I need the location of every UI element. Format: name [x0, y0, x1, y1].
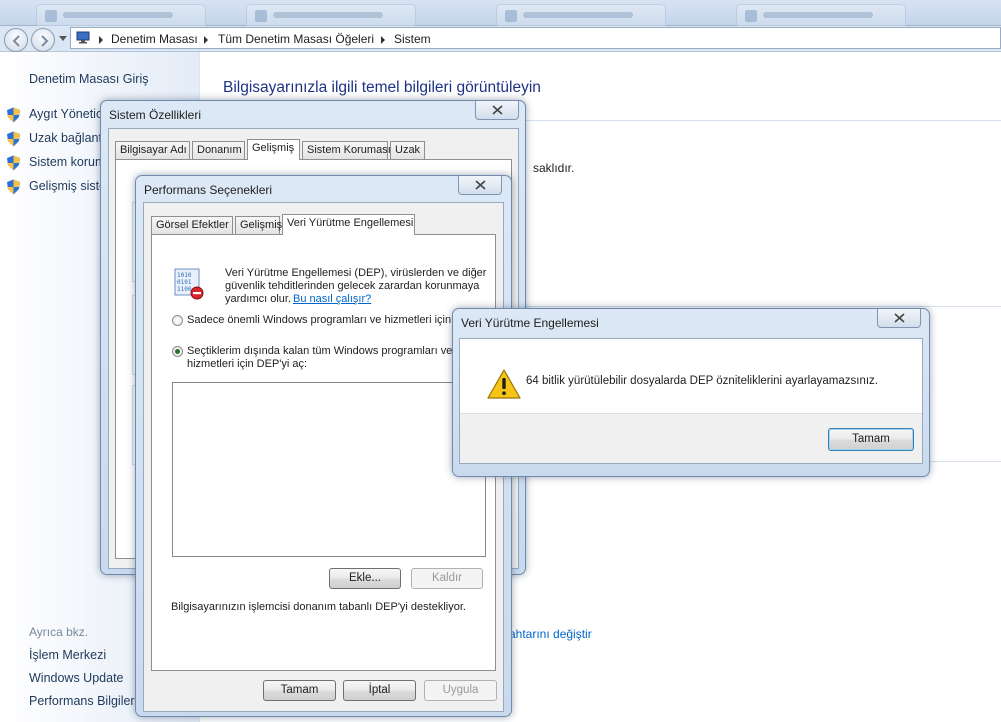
- device-manager-label: Aygıt Yönetici: [29, 107, 105, 121]
- copyright-text: saklıdır.: [533, 161, 575, 175]
- browser-tab[interactable]: [36, 4, 206, 26]
- svg-text:0101: 0101: [177, 279, 192, 286]
- dep-essential-only-label[interactable]: Sadece önemli Windows programları ve hiz…: [187, 314, 477, 326]
- forward-button[interactable]: [31, 28, 55, 52]
- dep-description-line1: Veri Yürütme Engellemesi (DEP), virüsler…: [225, 267, 487, 279]
- change-product-key-link[interactable]: ahtarını değiştir: [509, 627, 592, 641]
- breadcrumb-control-panel[interactable]: Denetim Masası: [111, 32, 198, 46]
- uac-shield-icon: [7, 107, 20, 123]
- warning-icon: [487, 369, 521, 399]
- breadcrumb-arrow-icon[interactable]: [204, 36, 208, 44]
- tab-remote[interactable]: Uzak: [390, 141, 425, 159]
- tab-system-protection[interactable]: Sistem Koruması: [302, 141, 391, 159]
- close-button[interactable]: [877, 309, 921, 328]
- dep-all-except-radio[interactable]: [172, 346, 183, 357]
- uac-shield-icon: [7, 155, 20, 171]
- dep-essential-only-radio[interactable]: [172, 315, 183, 326]
- system-protection-label: Sistem korum: [29, 155, 106, 169]
- browser-tab[interactable]: [496, 4, 666, 26]
- dep-all-except-label-line2[interactable]: hizmetleri için DEP'yi aç:: [187, 358, 307, 370]
- action-center-link[interactable]: İşlem Merkezi: [29, 648, 106, 662]
- breadcrumb-system[interactable]: Sistem: [394, 32, 431, 46]
- browser-tab[interactable]: [246, 4, 416, 26]
- see-also-heading: Ayrıca bkz.: [29, 625, 89, 639]
- uac-shield-icon: [7, 131, 20, 147]
- close-icon: [894, 313, 905, 323]
- breadcrumb-all-items[interactable]: Tüm Denetim Masası Öğeleri: [218, 32, 374, 46]
- close-button[interactable]: [475, 101, 519, 120]
- back-button[interactable]: [4, 28, 28, 52]
- tab-hardware[interactable]: Donanım: [192, 141, 245, 159]
- dep-binary-icon: 1010 0101 1100: [174, 268, 204, 300]
- breadcrumb-arrow-icon[interactable]: [381, 36, 385, 44]
- page-title: Bilgisayarınızla ilgili temel bilgileri …: [223, 79, 541, 96]
- dep-all-except-label-line1[interactable]: Seçtiklerim dışında kalan tüm Windows pr…: [187, 345, 452, 357]
- close-icon: [475, 180, 486, 190]
- control-panel-icon: [76, 31, 90, 44]
- remote-settings-label: Uzak bağlantı: [29, 131, 106, 145]
- cancel-button[interactable]: İptal: [343, 680, 416, 701]
- add-button[interactable]: Ekle...: [329, 568, 401, 589]
- remove-button[interactable]: Kaldır: [411, 568, 483, 589]
- tab-computer-name[interactable]: Bilgisayar Adı: [115, 141, 190, 159]
- apply-button[interactable]: Uygula: [424, 680, 497, 701]
- tab-dep[interactable]: Veri Yürütme Engellemesi: [282, 214, 415, 235]
- uac-shield-icon: [7, 179, 20, 195]
- system-properties-tabs: Bilgisayar Adı Donanım Gelişmiş Sistem K…: [115, 139, 515, 160]
- performance-info-link[interactable]: Performans Bilgileri: [29, 694, 137, 708]
- close-icon: [492, 105, 503, 115]
- browser-tab[interactable]: [736, 4, 906, 26]
- dep-description-line2: güvenlik tehditlerinden gelecek zarardan…: [225, 280, 480, 292]
- dep-exceptions-list[interactable]: [172, 382, 486, 557]
- tab-visual-effects[interactable]: Görsel Efektler: [151, 216, 233, 234]
- dep-message-box: Veri Yürütme Engellemesi 64 bitlik yürüt…: [452, 308, 930, 477]
- hardware-dep-support-text: Bilgisayarınızın işlemcisi donanım taban…: [171, 601, 466, 613]
- ok-button[interactable]: Tamam: [263, 680, 336, 701]
- performance-options-tabs: Görsel Efektler Gelişmiş Veri Yürütme En…: [151, 214, 491, 235]
- message-text: 64 bitlik yürütülebilir dosyalarda DEP ö…: [526, 375, 878, 387]
- windows-update-link[interactable]: Windows Update: [29, 671, 124, 685]
- address-bar[interactable]: Denetim Masası Tüm Denetim Masası Öğeler…: [70, 27, 1001, 49]
- dep-tab-body: 1010 0101 1100 Veri Yürütme Engellemesi …: [151, 234, 496, 671]
- how-does-it-work-link[interactable]: Bu nasıl çalışır?: [293, 293, 371, 305]
- system-properties-title: Sistem Özellikleri: [109, 108, 202, 122]
- svg-text:1100: 1100: [177, 286, 192, 293]
- tab-advanced[interactable]: Gelişmiş: [235, 216, 282, 234]
- browser-tab-strip: [0, 0, 1001, 26]
- close-button[interactable]: [458, 176, 502, 195]
- performance-options-title: Performans Seçenekleri: [144, 183, 273, 197]
- recent-pages-chevron-icon[interactable]: [59, 36, 67, 42]
- message-box-client: 64 bitlik yürütülebilir dosyalarda DEP ö…: [459, 338, 923, 464]
- ok-button[interactable]: Tamam: [828, 428, 914, 451]
- svg-text:1010: 1010: [177, 272, 192, 279]
- message-box-title: Veri Yürütme Engellemesi: [461, 316, 599, 330]
- dep-description-line3: yardımcı olur.: [225, 293, 292, 305]
- control-panel-home-link[interactable]: Denetim Masası Giriş: [29, 72, 148, 86]
- breadcrumb-arrow-icon[interactable]: [99, 36, 103, 44]
- message-box-footer: Tamam: [460, 413, 922, 463]
- back-arrow-icon: [12, 35, 20, 47]
- forward-arrow-icon: [41, 35, 49, 47]
- tab-advanced[interactable]: Gelişmiş: [247, 139, 300, 160]
- performance-options-client: Görsel Efektler Gelişmiş Veri Yürütme En…: [143, 202, 504, 712]
- advanced-system-settings-label: Gelişmiş siste: [29, 179, 107, 193]
